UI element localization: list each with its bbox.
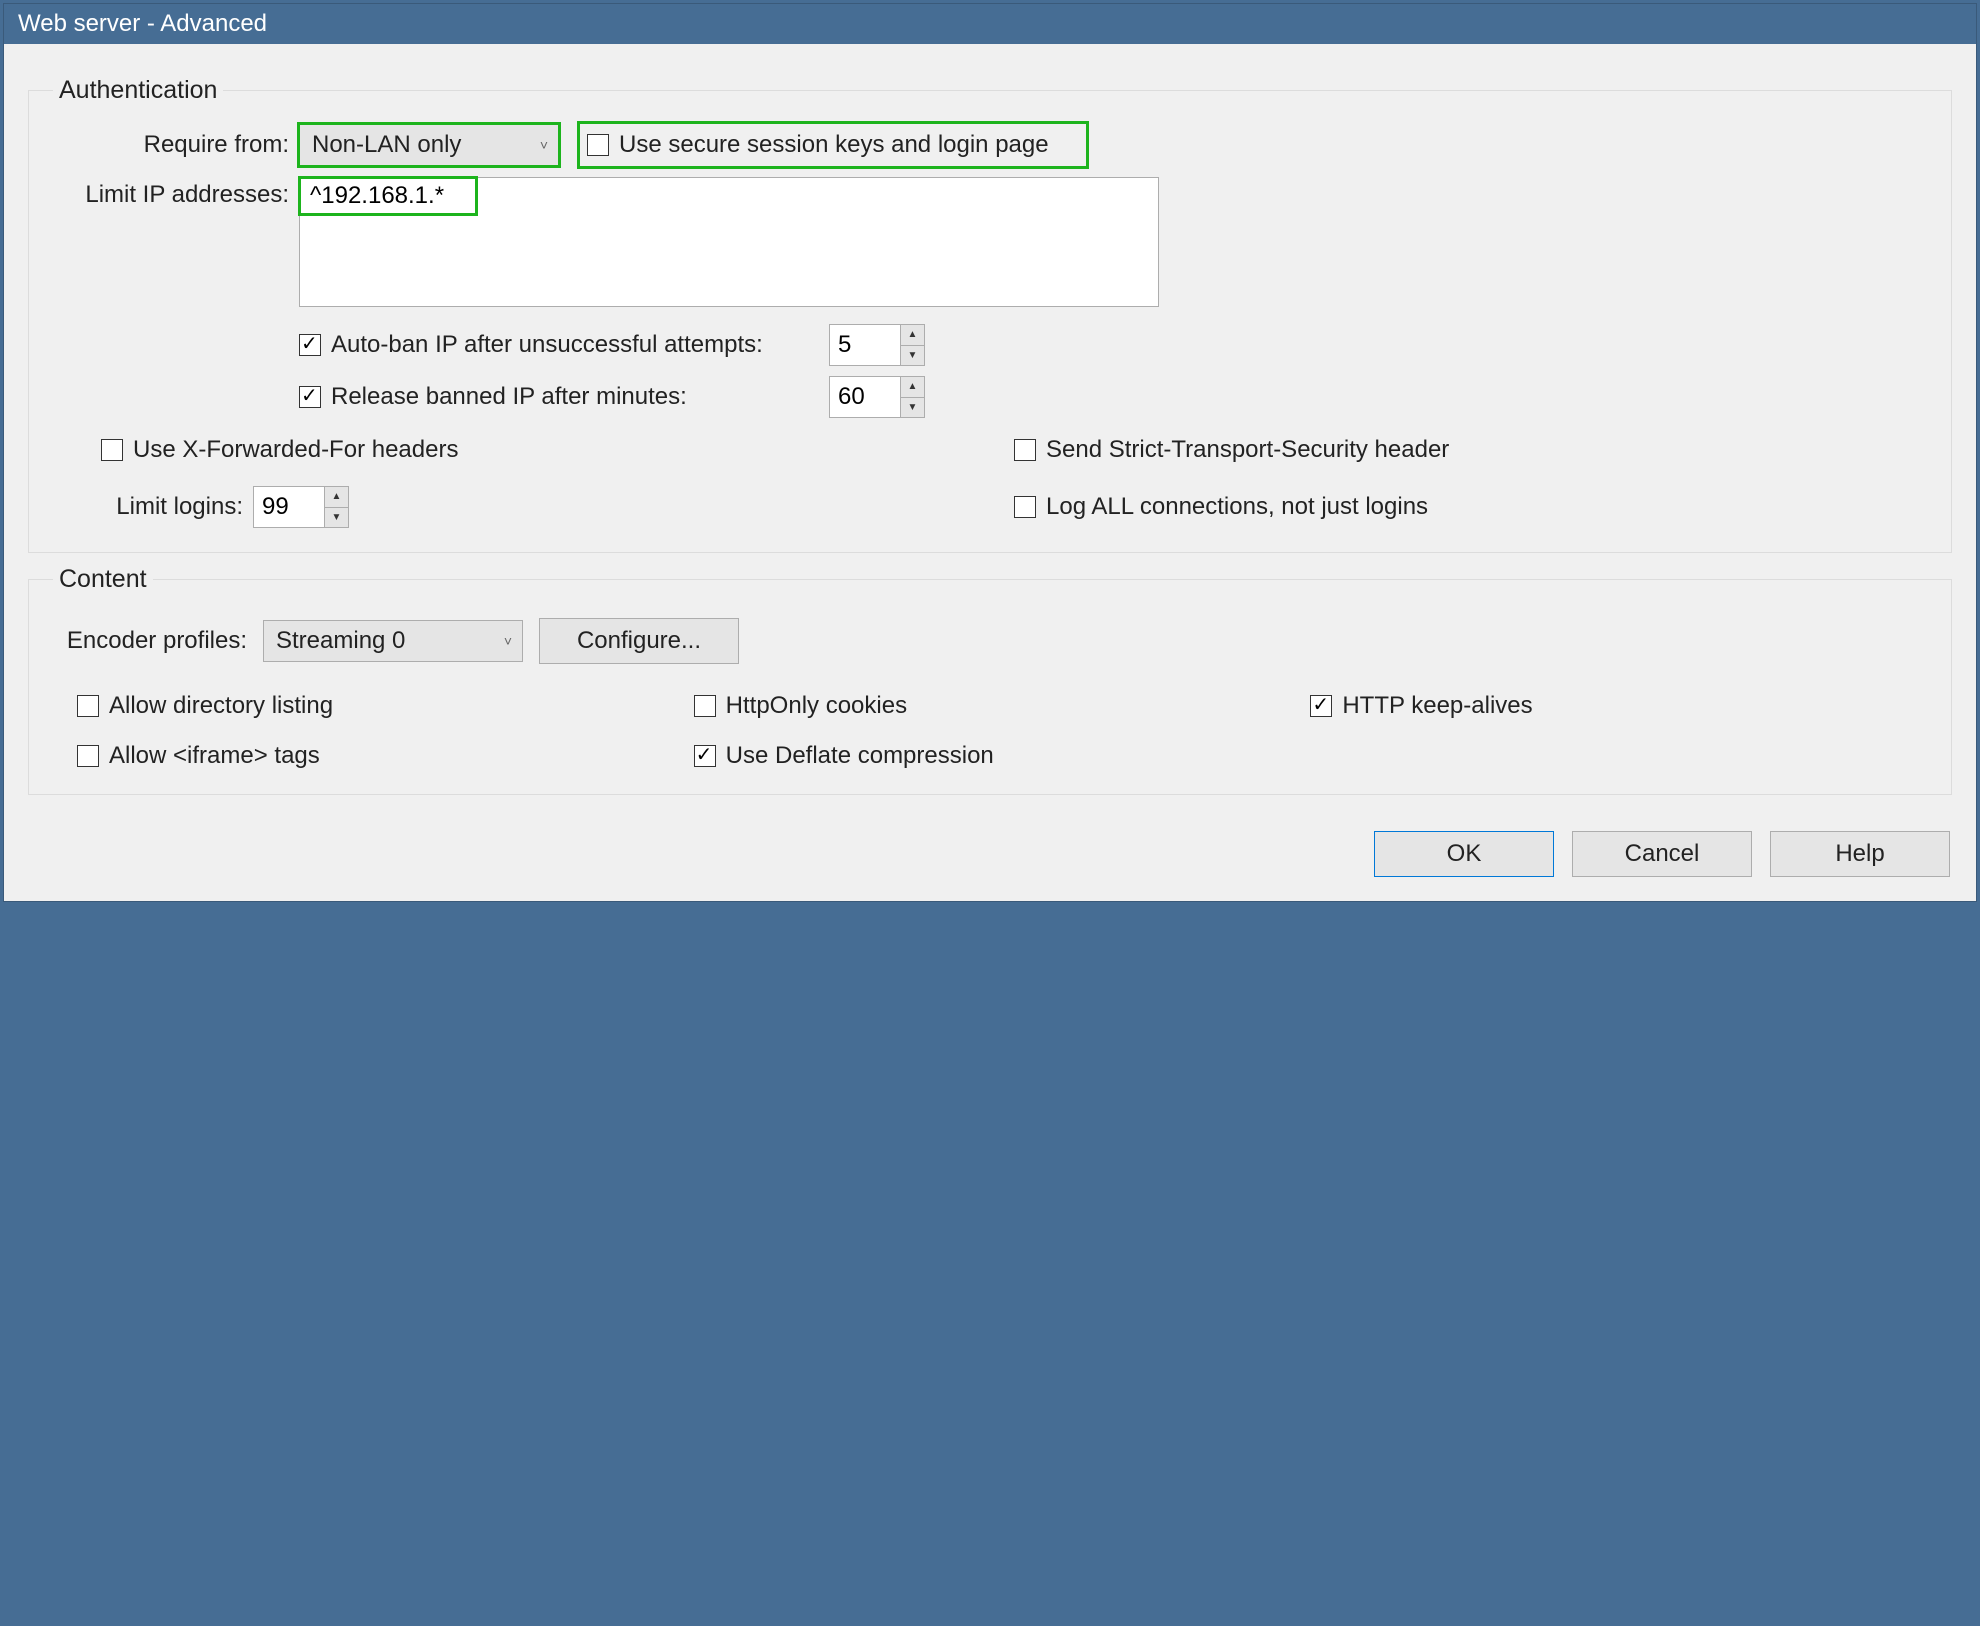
secure-session-checkbox[interactable]: Use secure session keys and login page [579,123,1087,167]
logall-label: Log ALL connections, not just logins [1046,493,1428,521]
limit-logins-value[interactable] [254,487,324,527]
deflate-checkbox[interactable]: Use Deflate compression [694,742,1311,770]
autoban-spinner[interactable]: ▲ ▼ [829,324,925,366]
dialog-window: Web server - Advanced Authentication Req… [3,3,1977,902]
iframe-checkbox[interactable]: Allow <iframe> tags [77,742,694,770]
autoban-value[interactable] [830,325,900,365]
spinner-up-icon[interactable]: ▲ [901,377,924,398]
autoban-checkbox[interactable]: Auto-ban IP after unsuccessful attempts: [299,331,819,359]
keepalive-input[interactable] [1310,695,1332,717]
spinner-down-icon[interactable]: ▼ [901,346,924,366]
limit-logins-spinner[interactable]: ▲ ▼ [253,486,349,528]
release-input[interactable] [299,386,321,408]
release-checkbox[interactable]: Release banned IP after minutes: [299,383,819,411]
iframe-label: Allow <iframe> tags [109,742,320,770]
dialog-button-row: OK Cancel Help [24,803,1956,881]
hsts-checkbox[interactable]: Send Strict-Transport-Security header [1014,436,1927,464]
encoder-profiles-label: Encoder profiles: [57,627,247,655]
spinner-up-icon[interactable]: ▲ [901,325,924,346]
require-from-value: Non-LAN only [312,131,461,159]
keepalive-label: HTTP keep-alives [1342,692,1532,720]
content-group: Content Encoder profiles: Streaming 0 ˅ … [28,565,1952,795]
iframe-input[interactable] [77,745,99,767]
spinner-down-icon[interactable]: ▼ [325,508,348,528]
authentication-group: Authentication Require from: Non-LAN onl… [28,76,1952,553]
content-legend: Content [53,565,153,594]
cancel-button[interactable]: Cancel [1572,831,1752,877]
chevron-down-icon: ˅ [504,633,512,649]
logall-input[interactable] [1014,496,1036,518]
help-button[interactable]: Help [1770,831,1950,877]
require-from-label: Require from: [53,131,289,159]
httponly-input[interactable] [694,695,716,717]
release-value[interactable] [830,377,900,417]
limit-ip-textarea[interactable]: ^192.168.1.* [299,177,1159,307]
dirlist-checkbox[interactable]: Allow directory listing [77,692,694,720]
hsts-label: Send Strict-Transport-Security header [1046,436,1449,464]
titlebar: Web server - Advanced [4,4,1976,44]
httponly-checkbox[interactable]: HttpOnly cookies [694,692,1311,720]
encoder-profiles-combo[interactable]: Streaming 0 ˅ [263,620,523,662]
xff-input[interactable] [101,439,123,461]
logall-checkbox[interactable]: Log ALL connections, not just logins [1014,493,1927,521]
httponly-label: HttpOnly cookies [726,692,907,720]
release-spinner[interactable]: ▲ ▼ [829,376,925,418]
client-area: Authentication Require from: Non-LAN onl… [4,44,1976,901]
xff-checkbox[interactable]: Use X-Forwarded-For headers [101,436,1014,464]
release-label: Release banned IP after minutes: [331,383,687,411]
spinner-up-icon[interactable]: ▲ [325,487,348,508]
dirlist-input[interactable] [77,695,99,717]
keepalive-checkbox[interactable]: HTTP keep-alives [1310,692,1927,720]
hsts-input[interactable] [1014,439,1036,461]
spinner-down-icon[interactable]: ▼ [901,398,924,418]
limit-ip-label: Limit IP addresses: [53,177,289,209]
xff-label: Use X-Forwarded-For headers [133,436,458,464]
window-title: Web server - Advanced [18,10,267,37]
deflate-label: Use Deflate compression [726,742,994,770]
secure-session-input[interactable] [587,134,609,156]
require-from-combo[interactable]: Non-LAN only ˅ [299,124,559,166]
authentication-legend: Authentication [53,76,223,105]
ok-button[interactable]: OK [1374,831,1554,877]
configure-button[interactable]: Configure... [539,618,739,664]
encoder-profiles-value: Streaming 0 [276,627,405,655]
autoban-label: Auto-ban IP after unsuccessful attempts: [331,331,763,359]
secure-session-label: Use secure session keys and login page [619,131,1049,159]
autoban-input[interactable] [299,334,321,356]
deflate-input[interactable] [694,745,716,767]
chevron-down-icon: ˅ [540,137,548,153]
limit-logins-label: Limit logins: [53,493,243,521]
dirlist-label: Allow directory listing [109,692,333,720]
